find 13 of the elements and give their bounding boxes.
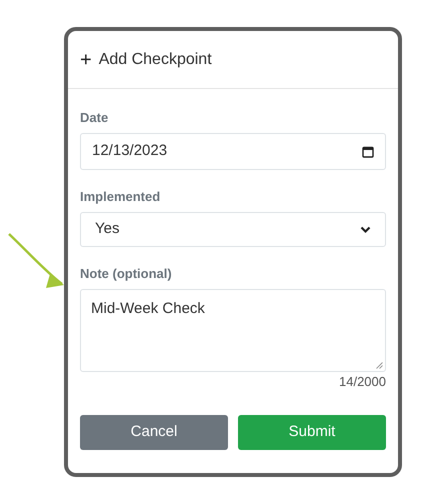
select-field[interactable]: Yes: [80, 212, 386, 247]
note-field[interactable]: Mid-Week Check: [80, 289, 386, 372]
calendar-icon[interactable]: [362, 146, 374, 158]
character-counter: 14/2000: [339, 375, 386, 388]
cancel-button[interactable]: Cancel: [80, 415, 228, 450]
field-label: Note (optional): [80, 267, 173, 280]
resize-handle-icon[interactable]: [376, 362, 383, 369]
date-field[interactable]: 12/13/2023: [80, 133, 386, 170]
plus-icon: +: [80, 50, 92, 70]
chevron-down-icon: [360, 226, 371, 234]
field-label: Implemented: [80, 190, 162, 203]
dialog-title: Add Checkpoint: [98, 50, 212, 70]
field-label: Date: [80, 111, 110, 124]
